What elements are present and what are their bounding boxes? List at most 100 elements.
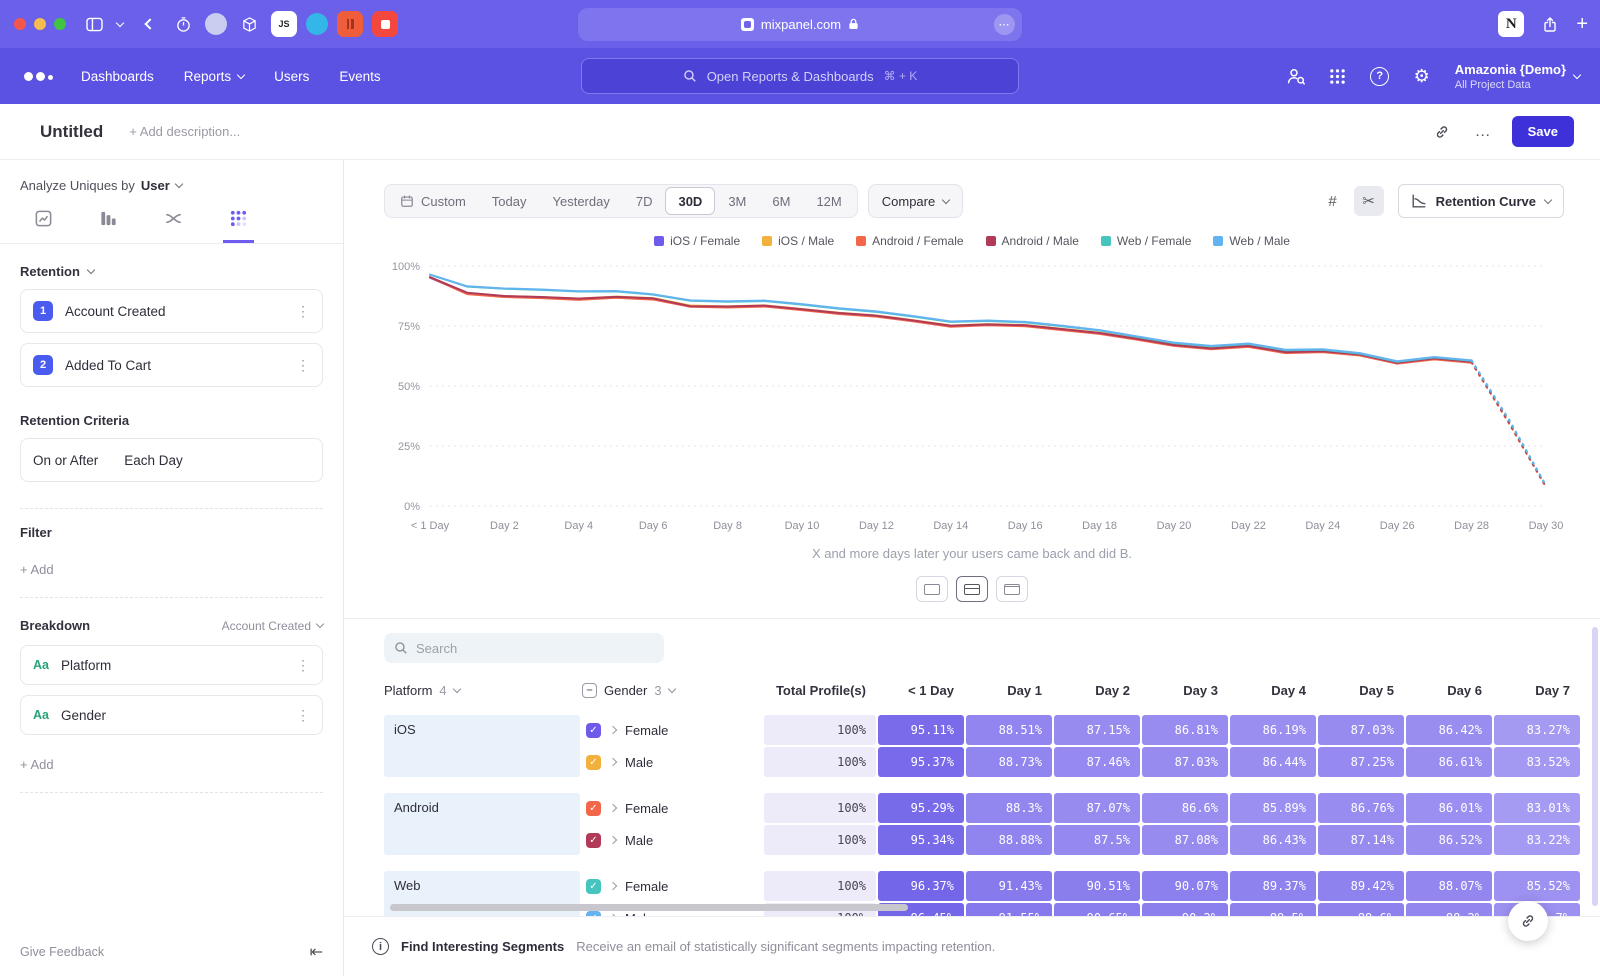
column-header-total-profiles[interactable]: Total Profile(s) xyxy=(764,683,876,698)
scissors-icon[interactable]: ✂ xyxy=(1354,186,1384,216)
retention-value-cell[interactable]: 91.55% xyxy=(966,903,1052,916)
kebab-menu-icon[interactable]: ⋮ xyxy=(296,657,310,674)
retention-criteria-card[interactable]: On or After Each Day xyxy=(20,438,323,482)
retention-value-cell[interactable]: 86.52% xyxy=(1406,825,1492,855)
extension-orange-app-icon[interactable] xyxy=(337,11,363,37)
nav-item-dashboards[interactable]: Dashboards xyxy=(81,69,154,84)
add-filter-button[interactable]: + Add xyxy=(20,562,323,577)
kebab-menu-icon[interactable]: ⋮ xyxy=(296,707,310,724)
expand-chevron-icon[interactable] xyxy=(609,804,617,812)
legend-item[interactable]: Android / Male xyxy=(986,234,1079,248)
copy-link-icon[interactable] xyxy=(1429,119,1455,145)
row-checkbox[interactable]: ✓ xyxy=(586,833,601,848)
window-close-button[interactable] xyxy=(14,18,26,30)
range-option-3m[interactable]: 3M xyxy=(715,187,759,215)
extension-blue-app-icon[interactable] xyxy=(306,13,328,35)
tab-insights-icon[interactable] xyxy=(28,209,59,243)
retention-value-cell[interactable]: 88.88% xyxy=(966,825,1052,855)
extension-notes-icon[interactable] xyxy=(205,13,227,35)
collapse-sidebar-icon[interactable]: ⇤ xyxy=(310,942,323,962)
compare-button[interactable]: Compare xyxy=(868,184,963,218)
retention-value-cell[interactable]: 88.73% xyxy=(966,747,1052,777)
breakdown-gender[interactable]: Aa Gender ⋮ xyxy=(20,695,323,735)
user-search-icon[interactable] xyxy=(1285,65,1307,87)
row-checkbox[interactable]: ✓ xyxy=(586,723,601,738)
retention-value-cell[interactable]: 86.01% xyxy=(1406,793,1492,823)
column-header---1-day[interactable]: < 1 Day xyxy=(878,683,964,698)
legend-item[interactable]: Web / Female xyxy=(1101,234,1191,248)
nav-item-users[interactable]: Users xyxy=(274,69,309,84)
retention-value-cell[interactable]: 90.2% xyxy=(1142,903,1228,916)
retention-section-header[interactable]: Retention xyxy=(20,264,323,279)
view-table-only-button[interactable] xyxy=(996,576,1028,602)
retention-value-cell[interactable]: 89.6% xyxy=(1318,903,1404,916)
criteria-condition[interactable]: On or After xyxy=(33,453,98,468)
range-option-custom[interactable]: Custom xyxy=(387,187,479,215)
expand-chevron-icon[interactable] xyxy=(609,726,617,734)
retention-value-cell[interactable]: 87.03% xyxy=(1318,715,1404,745)
breakdown-scope-dropdown[interactable]: Account Created xyxy=(222,619,323,633)
retention-value-cell[interactable]: 89.37% xyxy=(1230,871,1316,901)
retention-value-cell[interactable]: 90.51% xyxy=(1054,871,1140,901)
legend-item[interactable]: Web / Male xyxy=(1213,234,1289,248)
retention-chart[interactable]: 0%25%50%75%100%< 1 DayDay 2Day 4Day 6Day… xyxy=(374,254,1576,536)
report-title[interactable]: Untitled xyxy=(40,122,103,142)
column-header-day-1[interactable]: Day 1 xyxy=(966,683,1052,698)
retention-value-cell[interactable]: 85.89% xyxy=(1230,793,1316,823)
series-line-web---male[interactable] xyxy=(430,275,1472,362)
retention-value-cell[interactable]: 95.34% xyxy=(878,825,964,855)
range-option-7d[interactable]: 7D xyxy=(623,187,666,215)
share-link-fab[interactable] xyxy=(1508,901,1548,941)
range-option-yesterday[interactable]: Yesterday xyxy=(540,187,623,215)
retention-value-cell[interactable]: 83.52% xyxy=(1494,747,1580,777)
tab-funnels-icon[interactable] xyxy=(93,209,124,243)
chart-type-dropdown[interactable]: Retention Curve xyxy=(1398,184,1564,218)
retention-value-cell[interactable]: 87.46% xyxy=(1054,747,1140,777)
range-option-30d[interactable]: 30D xyxy=(665,187,715,215)
sidebar-toggle-icon[interactable] xyxy=(82,11,106,37)
retention-value-cell[interactable]: 89.42% xyxy=(1318,871,1404,901)
tab-flows-icon[interactable] xyxy=(158,209,189,243)
more-options-button[interactable]: … xyxy=(1475,123,1492,141)
range-option-today[interactable]: Today xyxy=(479,187,540,215)
platform-cell[interactable]: Android xyxy=(384,793,580,855)
help-icon[interactable]: ? xyxy=(1369,65,1391,87)
column-header-platform[interactable]: Platform4 xyxy=(384,683,580,698)
tab-list-chevron-icon[interactable] xyxy=(114,11,126,37)
column-header-day-3[interactable]: Day 3 xyxy=(1142,683,1228,698)
retention-value-cell[interactable]: 88.51% xyxy=(966,715,1052,745)
retention-value-cell[interactable]: 83.01% xyxy=(1494,793,1580,823)
expand-chevron-icon[interactable] xyxy=(609,836,617,844)
retention-value-cell[interactable]: 86.19% xyxy=(1230,715,1316,745)
retention-value-cell[interactable]: 87.03% xyxy=(1142,747,1228,777)
extension-timer-icon[interactable] xyxy=(170,11,196,37)
window-zoom-button[interactable] xyxy=(54,18,66,30)
retention-value-cell[interactable]: 85.52% xyxy=(1494,871,1580,901)
mixpanel-logo[interactable] xyxy=(24,72,53,81)
project-selector[interactable]: Amazonia {Demo} All Project Data xyxy=(1455,62,1580,91)
add-breakdown-button[interactable]: + Add xyxy=(20,757,323,772)
retention-value-cell[interactable]: 83.27% xyxy=(1494,715,1580,745)
view-chart-only-button[interactable] xyxy=(916,576,948,602)
retention-value-cell[interactable]: 86.76% xyxy=(1318,793,1404,823)
retention-value-cell[interactable]: 90.07% xyxy=(1142,871,1228,901)
notion-app-icon[interactable]: N xyxy=(1498,11,1524,37)
retention-value-cell[interactable]: 87.14% xyxy=(1318,825,1404,855)
analyze-entity-dropdown[interactable]: User xyxy=(141,178,182,193)
give-feedback-link[interactable]: Give Feedback xyxy=(20,945,104,959)
tab-retention-icon[interactable] xyxy=(223,209,254,243)
apps-grid-icon[interactable] xyxy=(1327,65,1349,87)
column-header-day-4[interactable]: Day 4 xyxy=(1230,683,1316,698)
retention-value-cell[interactable]: 87.25% xyxy=(1318,747,1404,777)
url-options-icon[interactable]: ⋯ xyxy=(994,14,1015,35)
retention-value-cell[interactable]: 83.22% xyxy=(1494,825,1580,855)
row-checkbox[interactable]: ✓ xyxy=(586,801,601,816)
retention-value-cell[interactable]: 89.5% xyxy=(1230,903,1316,916)
retention-value-cell[interactable]: 86.61% xyxy=(1406,747,1492,777)
kebab-menu-icon[interactable]: ⋮ xyxy=(296,357,310,374)
global-search-button[interactable]: Open Reports & Dashboards ⌘ + K xyxy=(581,58,1019,94)
retention-value-cell[interactable]: 96.37% xyxy=(878,871,964,901)
retention-value-cell[interactable]: 95.37% xyxy=(878,747,964,777)
retention-value-cell[interactable]: 87.5% xyxy=(1054,825,1140,855)
url-bar[interactable]: mixpanel.com ⋯ xyxy=(578,8,1022,41)
